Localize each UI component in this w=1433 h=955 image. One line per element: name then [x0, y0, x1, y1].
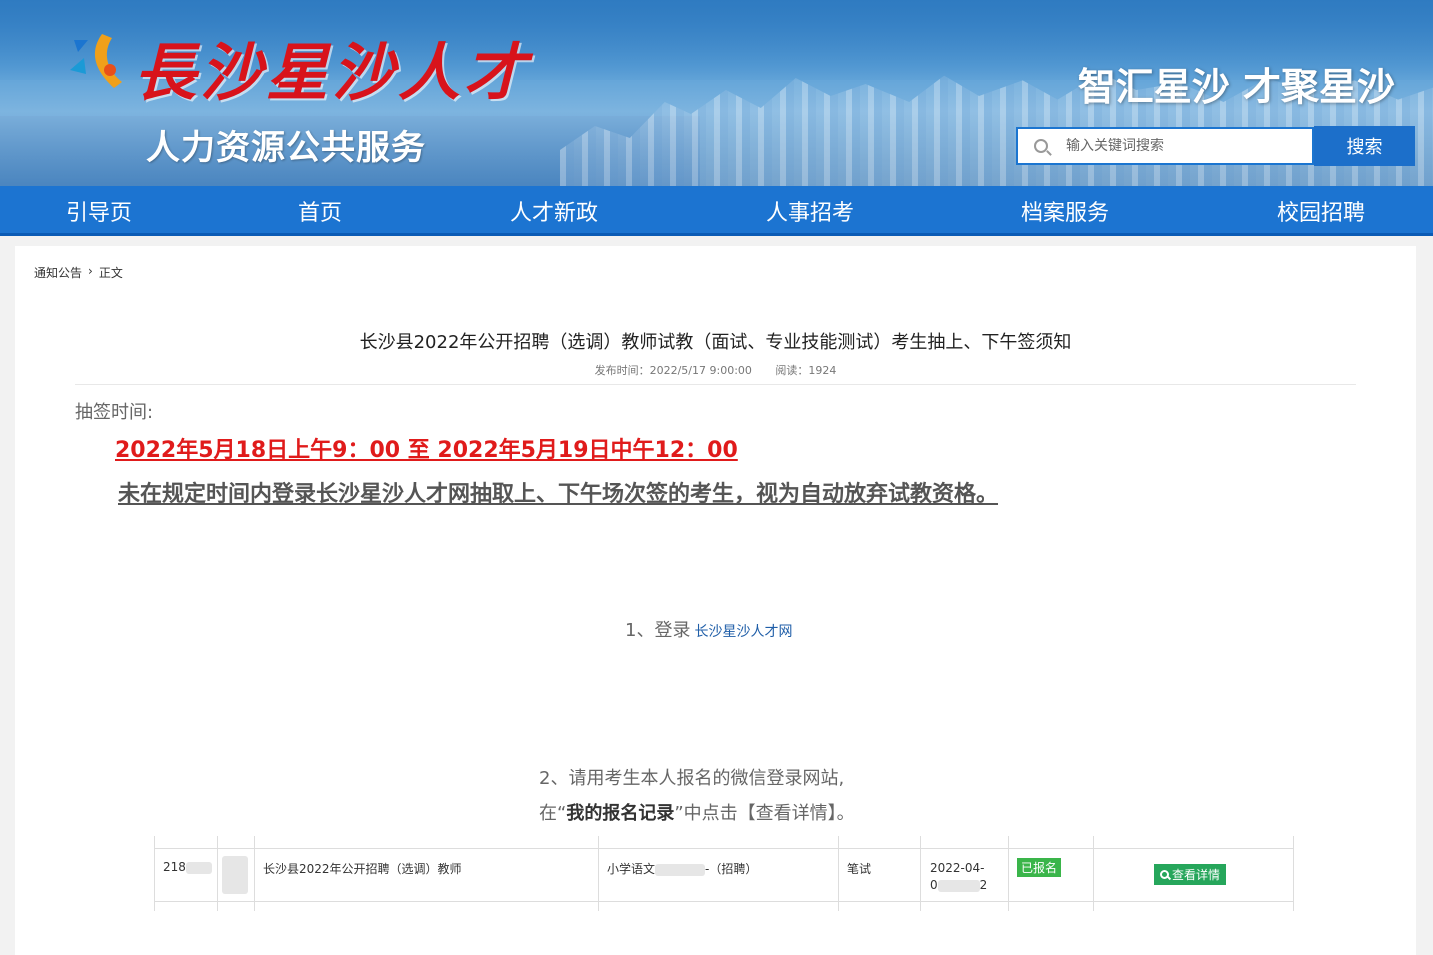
nav-item-archive-service[interactable]: 档案服务: [1021, 186, 1109, 236]
id-text: 218: [163, 860, 186, 874]
article-meta: 发布时间：2022/5/17 9:00:00 阅读：1924: [15, 362, 1416, 378]
col-divider: [1008, 836, 1009, 911]
blurred-value: [185, 861, 212, 874]
draw-time-label: 抽签时间:: [75, 402, 154, 423]
read-count: 阅读：1924: [775, 364, 837, 377]
row-top-border: [155, 848, 1294, 849]
site-name[interactable]: 長沙星沙人才: [134, 22, 530, 112]
nav-item-recruitment-exam[interactable]: 人事招考: [766, 186, 854, 236]
step-1: 1、登录 长沙星沙人才网: [625, 616, 792, 642]
site-logo-icon[interactable]: [66, 30, 126, 92]
publish-time: 发布时间：2022/5/17 9:00:00: [594, 364, 752, 377]
site-subtitle: 人力资源公共服务: [146, 128, 426, 168]
search-icon: [1034, 139, 1048, 153]
cell-id: 218: [163, 860, 212, 874]
registration-table-screenshot: 218 长沙县2022年公开招聘（选调）教师 小学语文 -（招聘） 笔试 2022…: [82, 836, 1348, 911]
step-2-line-1: 2、请用考生本人报名的微信登录网站,: [539, 768, 845, 789]
search-button[interactable]: 搜索: [1314, 126, 1415, 166]
status-badge: 已报名: [1017, 858, 1062, 877]
chevron-right-icon: ›: [88, 264, 93, 278]
search-icon: [1160, 870, 1169, 879]
col-divider: [1093, 836, 1094, 911]
article-container: 通知公告 › 正文 长沙县2022年公开招聘（选调）教师试教（面试、专业技能测试…: [15, 246, 1416, 955]
col-divider: [254, 836, 255, 911]
search-input[interactable]: [1066, 138, 1296, 154]
breadcrumb: 通知公告 › 正文: [34, 264, 123, 281]
talent-site-link[interactable]: 长沙星沙人才网: [694, 624, 792, 640]
view-detail-label: 查看详情: [1172, 868, 1221, 882]
step-2-line-2: 在“我的报名记录”中点击【查看详情】。: [539, 799, 855, 825]
nav-item-guide[interactable]: 引导页: [66, 186, 132, 236]
blurred-value: [222, 856, 248, 894]
date-top: 2022-04-: [930, 861, 985, 875]
title-divider: [75, 384, 1356, 385]
step-1-text: 1、登录: [625, 620, 691, 641]
blurred-value: [655, 863, 706, 876]
nav-item-campus-recruit[interactable]: 校园招聘: [1277, 186, 1365, 236]
col-divider: [920, 836, 921, 911]
site-slogan: 智汇星沙 才聚星沙: [1077, 64, 1395, 109]
blurred-value: [937, 879, 980, 892]
header-banner: 長沙星沙人才 人力资源公共服务 智汇星沙 才聚星沙 搜索: [0, 0, 1433, 186]
row-bottom-border: [155, 901, 1294, 902]
date-bottom-end: 2: [979, 878, 988, 892]
table-row: 218 长沙县2022年公开招聘（选调）教师 小学语文 -（招聘） 笔试 2022…: [154, 836, 1294, 911]
date-bottom-start: 0: [930, 878, 938, 892]
breadcrumb-notices[interactable]: 通知公告: [34, 264, 82, 281]
position-suffix: -（招聘）: [705, 862, 758, 876]
my-records-text: 我的报名记录: [566, 803, 675, 824]
nav-item-talent-policy[interactable]: 人才新政: [510, 186, 598, 236]
col-divider: [598, 836, 599, 911]
cell-name-blurred: [222, 856, 248, 894]
col-divider: [838, 836, 839, 911]
article-title: 长沙县2022年公开招聘（选调）教师试教（面试、专业技能测试）考生抽上、下午签须…: [359, 332, 1072, 353]
search-box: [1016, 127, 1314, 165]
breadcrumb-current: 正文: [98, 266, 123, 280]
step-2-suffix: ”中点击【查看详情】。: [674, 803, 855, 824]
cell-stage: 笔试: [847, 862, 872, 876]
cell-project: 长沙县2022年公开招聘（选调）教师: [263, 862, 462, 876]
step-2-prefix: 在“: [539, 803, 567, 824]
nav-item-home[interactable]: 首页: [298, 186, 342, 236]
cell-date: 2022-04- 02: [930, 860, 987, 894]
date-bottom: 02: [930, 877, 987, 894]
position-text: 小学语文: [607, 862, 656, 876]
cell-position: 小学语文 -（招聘）: [607, 860, 757, 877]
col-divider: [217, 836, 218, 911]
col-divider: [1293, 836, 1294, 911]
warning-notice: 未在规定时间内登录长沙星沙人才网抽取上、下午场次签的考生，视为自动放弃试教资格。: [118, 482, 999, 507]
main-nav: 引导页 首页 人才新政 人事招考 档案服务 校园招聘: [0, 186, 1433, 236]
draw-time-range: 2022年5月18日上午9：00 至 2022年5月19日中午12：00: [115, 438, 738, 463]
view-detail-button[interactable]: 查看详情: [1154, 864, 1227, 885]
